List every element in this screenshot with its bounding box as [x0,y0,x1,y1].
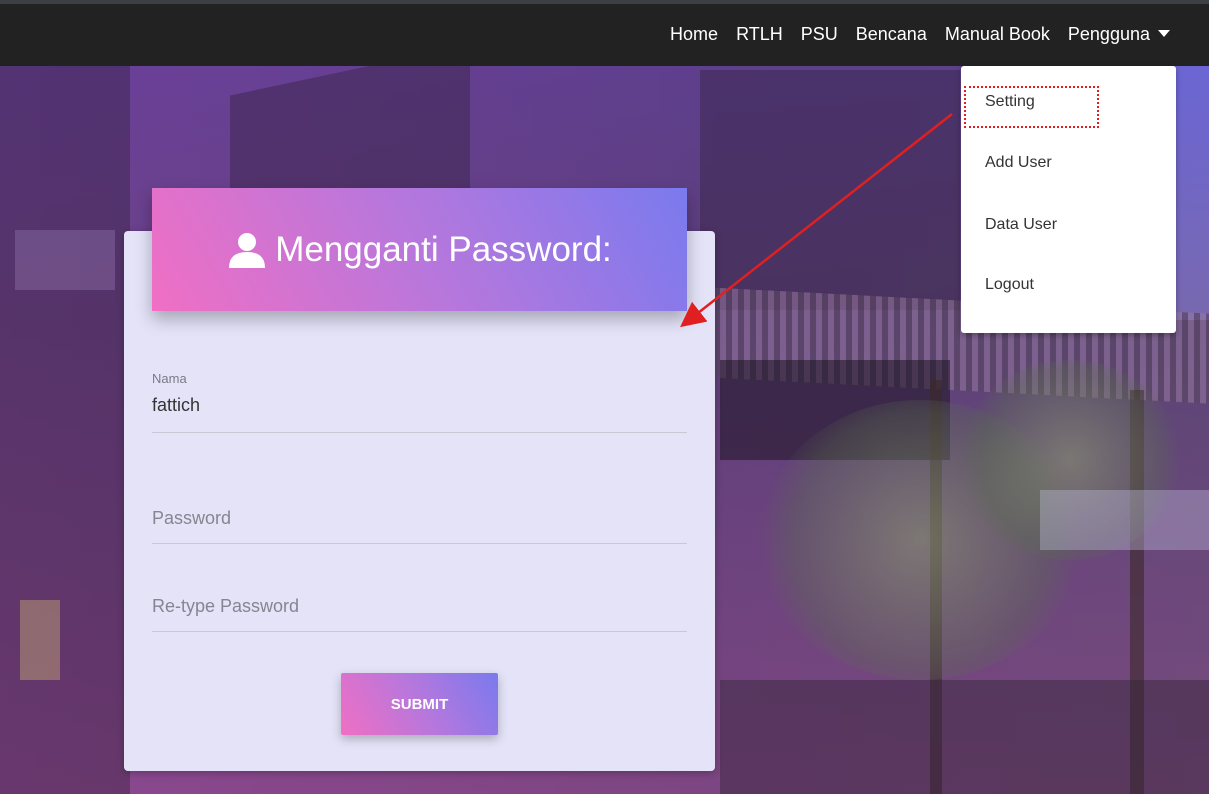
nama-underline [152,432,687,433]
dropdown-item-data-user[interactable]: Data User [985,216,1057,234]
user-icon [227,232,267,268]
nav-menu: Home RTLH PSU Bencana Manual Book Penggu… [661,24,1179,45]
retype-password-underline [152,631,687,632]
retype-password-field[interactable] [152,596,687,617]
dropdown-item-logout[interactable]: Logout [985,276,1034,294]
nav-pengguna-label: Pengguna [1067,24,1150,44]
submit-button[interactable]: SUBMIT [341,673,498,735]
nama-label: Nama [152,371,187,386]
nav-manual-book[interactable]: Manual Book [936,24,1059,45]
card-header: Mengganti Password: [152,188,687,311]
caret-down-icon [1158,30,1170,37]
top-navbar: Home RTLH PSU Bencana Manual Book Penggu… [0,0,1209,66]
nama-field[interactable] [152,395,687,416]
nav-pengguna-dropdown[interactable]: Pengguna [1059,24,1179,45]
nav-psu[interactable]: PSU [792,24,847,45]
nav-bencana[interactable]: Bencana [847,24,936,45]
nav-rtlh[interactable]: RTLH [727,24,792,45]
card-title: Mengganti Password: [275,229,612,269]
annotation-highlight-box [964,86,1099,128]
nav-home[interactable]: Home [661,24,727,45]
password-field[interactable] [152,508,687,529]
dropdown-item-add-user[interactable]: Add User [985,154,1052,172]
password-underline [152,543,687,544]
